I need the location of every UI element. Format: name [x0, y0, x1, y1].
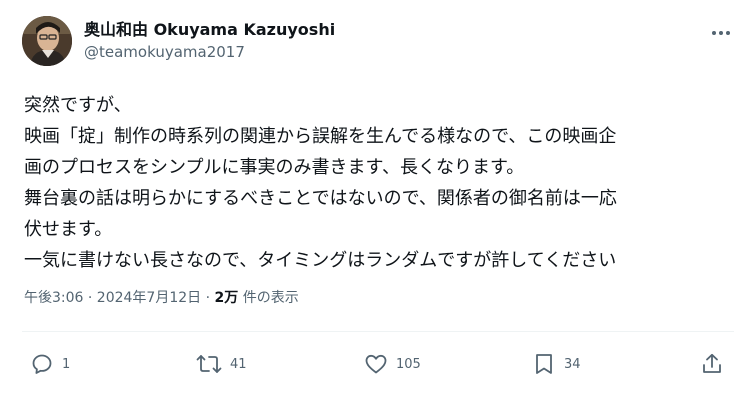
author-info: 奥山和由 Okuyama Kazuyoshi @teamokuyama2017 [84, 19, 335, 63]
more-horizontal-icon [712, 31, 730, 35]
post-text-line: 一気に書けない長さなので、タイミングはランダムですが許してください [24, 250, 617, 271]
post-text-line: 映画「掟」制作の時系列の関連から誤解を生んでる様なので、この映画企 [24, 126, 617, 147]
post-text-line: 画のプロセスをシンプルに事実のみ書きます、長くなります。 [24, 157, 525, 178]
post-header: 奥山和由 Okuyama Kazuyoshi @teamokuyama2017 [22, 16, 734, 68]
action-bar: 1 41 105 34 [26, 348, 726, 380]
avatar-image [22, 16, 72, 66]
post-text-line: 突然ですが、 [24, 95, 132, 116]
post-text-line: 伏せます。 [24, 219, 113, 240]
post-text: 突然ですが、 映画「掟」制作の時系列の関連から誤解を生んでる様なので、この映画企… [24, 90, 736, 276]
reply-count: 1 [62, 356, 71, 372]
divider [22, 331, 734, 332]
views-count[interactable]: 2万 [215, 290, 239, 306]
author-handle[interactable]: @teamokuyama2017 [84, 41, 335, 63]
more-options-button[interactable] [708, 22, 734, 44]
repost-button[interactable]: 41 [196, 348, 247, 380]
like-count: 105 [396, 356, 421, 372]
post-timestamp[interactable]: 午後3:06 · 2024年7月12日 · [24, 290, 215, 306]
repost-count: 41 [230, 356, 247, 372]
reply-icon [32, 354, 52, 374]
bookmark-icon [536, 354, 552, 374]
post-card: 奥山和由 Okuyama Kazuyoshi @teamokuyama2017 … [0, 0, 753, 395]
reply-button[interactable]: 1 [30, 348, 70, 380]
post-meta: 午後3:06 · 2024年7月12日 · 2万 件の表示 [24, 288, 299, 308]
repost-icon [196, 355, 222, 373]
like-button[interactable]: 105 [364, 348, 421, 380]
heart-icon [365, 354, 387, 374]
avatar[interactable] [22, 16, 72, 66]
views-label[interactable]: 件の表示 [238, 290, 299, 306]
share-icon [703, 353, 721, 373]
bookmark-count: 34 [564, 356, 581, 372]
bookmark-button[interactable]: 34 [532, 348, 581, 380]
author-display-name[interactable]: 奥山和由 Okuyama Kazuyoshi [84, 19, 335, 41]
post-text-line: 舞台裏の話は明らかにするべきことではないので、関係者の御名前は一応 [24, 188, 617, 209]
share-button[interactable] [700, 348, 724, 380]
